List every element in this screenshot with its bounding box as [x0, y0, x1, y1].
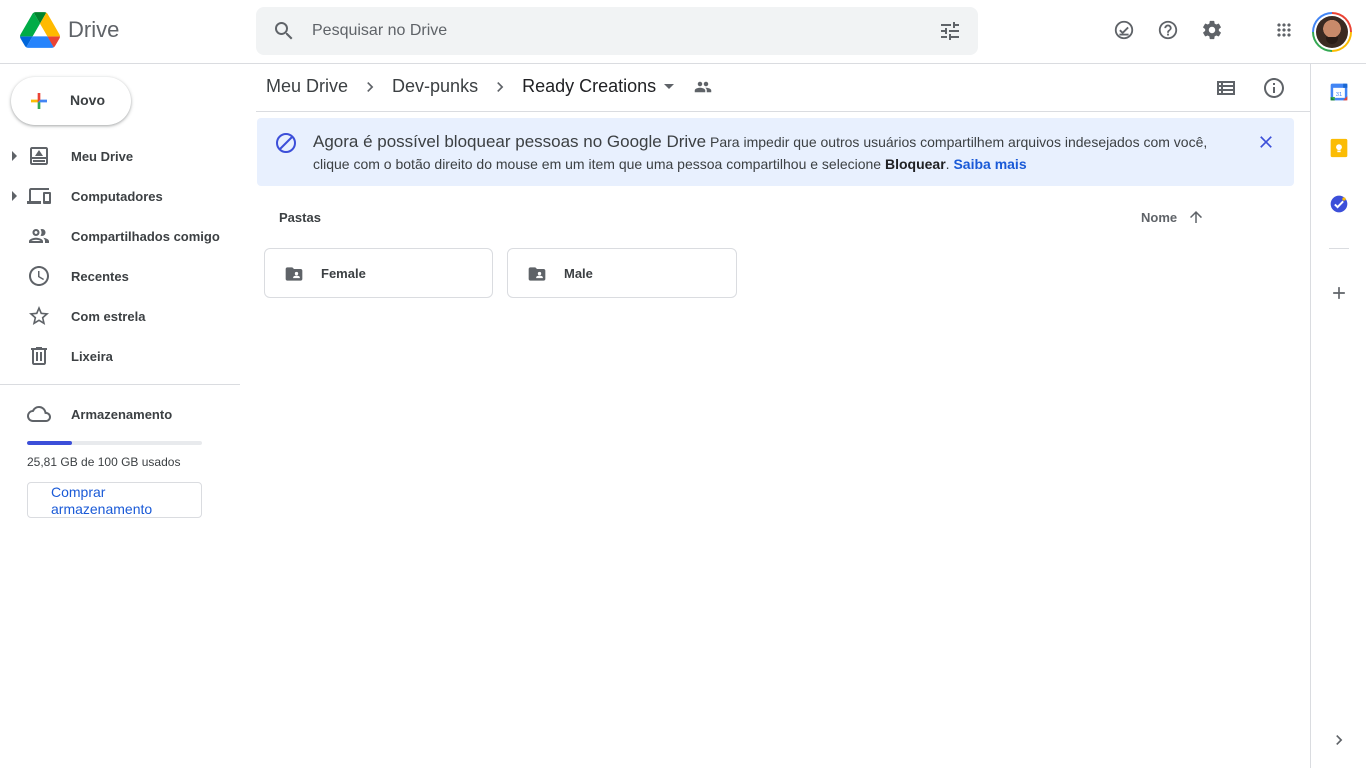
- settings-icon[interactable]: [1200, 18, 1224, 42]
- storage-usage-fill: [27, 441, 73, 445]
- folder-card[interactable]: Male: [507, 248, 737, 298]
- storage-label[interactable]: Armazenamento: [71, 407, 172, 422]
- computers-icon: [27, 188, 51, 204]
- my-drive-icon: [30, 147, 48, 165]
- app-title: Drive: [68, 17, 120, 42]
- shared-with-me-icon: [29, 229, 49, 243]
- drive-logo-icon: [20, 12, 60, 48]
- side-panel-rail: 31: [1310, 64, 1366, 768]
- sidebar-divider: [0, 384, 240, 385]
- calendar-icon[interactable]: 31: [1329, 82, 1349, 102]
- shared-folder-icon: [528, 267, 546, 281]
- search-options-icon[interactable]: [938, 19, 962, 43]
- drive-logo[interactable]: Drive: [20, 12, 119, 48]
- sidebar-item-shared-with-me[interactable]: Compartilhados comigo: [0, 216, 240, 256]
- sidebar-item-recent[interactable]: Recentes: [0, 256, 240, 296]
- info-icon[interactable]: [1262, 76, 1286, 100]
- new-button[interactable]: Novo: [11, 77, 131, 125]
- folders-section-title: Pastas: [279, 210, 321, 225]
- sidebar-nav: Meu Drive Computadores Compartilhados co…: [0, 136, 240, 376]
- search-bar[interactable]: [256, 7, 978, 55]
- sidebar-item-label: Recentes: [71, 269, 129, 284]
- sort-by-name-button[interactable]: Nome: [1141, 208, 1205, 226]
- close-icon[interactable]: [1256, 132, 1276, 152]
- recent-icon: [29, 266, 49, 286]
- sort-label: Nome: [1141, 209, 1178, 225]
- storage-usage-text: 25,81 GB de 100 GB usados: [27, 455, 181, 469]
- storage-usage-bar: [27, 441, 202, 445]
- sidebar-item-label: Lixeira: [71, 349, 113, 364]
- account-avatar[interactable]: [1312, 12, 1352, 52]
- add-addon-icon[interactable]: [1329, 283, 1349, 303]
- sidebar-item-label: Meu Drive: [71, 149, 134, 164]
- help-icon[interactable]: [1156, 18, 1180, 42]
- rail-divider: [1329, 248, 1349, 249]
- sidebar-item-my-drive[interactable]: Meu Drive: [0, 136, 240, 176]
- sidebar-item-starred[interactable]: Com estrela: [0, 296, 240, 336]
- search-icon[interactable]: [272, 19, 296, 43]
- banner-message: Agora é possível bloquear pessoas no Goo…: [313, 131, 1243, 175]
- breadcrumb-current-folder[interactable]: Ready Creations: [522, 76, 656, 97]
- breadcrumb-item-my-drive[interactable]: Meu Drive: [266, 76, 348, 97]
- avatar-ring: [1314, 14, 1350, 50]
- breadcrumb: Meu Drive Dev-punks Ready Creations: [266, 76, 712, 97]
- sidebar-item-label: Computadores: [71, 189, 163, 204]
- shared-folder-icon: [285, 267, 303, 281]
- expand-caret-icon[interactable]: [12, 151, 17, 161]
- keep-icon[interactable]: [1329, 138, 1349, 158]
- tasks-icon[interactable]: [1329, 194, 1349, 214]
- chevron-right-icon: [360, 77, 380, 97]
- folder-menu-dropdown-icon[interactable]: [664, 84, 675, 89]
- banner-block-keyword: Bloquear: [884, 156, 946, 172]
- calendar-day: 31: [1336, 92, 1342, 98]
- breadcrumb-item-dev-punks[interactable]: Dev-punks: [392, 76, 478, 97]
- search-input[interactable]: [312, 19, 912, 43]
- expand-caret-icon[interactable]: [12, 191, 17, 201]
- star-icon: [29, 306, 49, 325]
- folder-name: Female: [321, 266, 366, 281]
- top-bar: Drive: [0, 0, 1366, 64]
- colorful-plus-icon: [31, 93, 47, 109]
- block-icon: [276, 133, 296, 153]
- shared-folder-people-icon: [694, 78, 712, 96]
- cloud-icon: [27, 406, 51, 422]
- folder-card[interactable]: Female: [264, 248, 493, 298]
- main-toolbar: Meu Drive Dev-punks Ready Creations: [256, 64, 1310, 112]
- banner-period: .: [945, 156, 950, 172]
- folder-name: Male: [564, 266, 593, 281]
- chevron-right-icon[interactable]: [1329, 730, 1349, 750]
- sidebar-item-trash[interactable]: Lixeira: [0, 336, 240, 376]
- banner-title: Agora é possível bloquear pessoas no Goo…: [313, 132, 707, 151]
- learn-more-link[interactable]: Saiba mais: [953, 156, 1026, 172]
- ready-for-offline-icon[interactable]: [1112, 18, 1136, 42]
- avatar-photo: [1316, 16, 1348, 48]
- apps-grid-icon[interactable]: [1272, 18, 1296, 42]
- arrow-up-icon[interactable]: [1187, 208, 1205, 226]
- list-view-icon[interactable]: [1214, 76, 1238, 100]
- chevron-right-icon: [490, 77, 510, 97]
- block-people-banner: Agora é possível bloquear pessoas no Goo…: [257, 118, 1294, 186]
- sidebar-item-label: Compartilhados comigo: [71, 229, 220, 244]
- new-button-label: Novo: [70, 92, 105, 108]
- sidebar-item-label: Com estrela: [71, 309, 146, 324]
- trash-icon: [31, 347, 47, 365]
- sidebar-item-computers[interactable]: Computadores: [0, 176, 240, 216]
- buy-storage-button[interactable]: Comprar armazenamento: [27, 482, 202, 518]
